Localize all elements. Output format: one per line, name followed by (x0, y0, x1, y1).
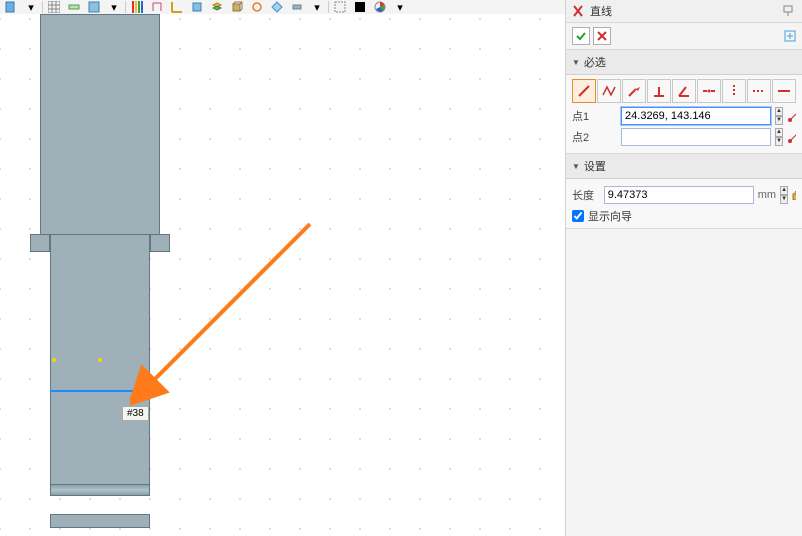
diamond-icon[interactable] (268, 0, 286, 14)
status-icon (784, 30, 796, 42)
mode-line-icon[interactable] (572, 79, 596, 103)
mode-dash-h-icon[interactable] (747, 79, 771, 103)
mode-perp-icon[interactable] (647, 79, 671, 103)
ok-button[interactable] (572, 27, 590, 45)
dimension-icon[interactable] (148, 0, 166, 14)
color-wheel-icon[interactable] (371, 0, 389, 14)
toolbar-separator (42, 1, 43, 13)
slab-icon[interactable] (288, 0, 306, 14)
point1-label: 点1 (572, 108, 617, 124)
section-settings[interactable]: 设置 (566, 154, 802, 179)
point2-stepper[interactable]: ▲▼ (775, 128, 783, 146)
line-tool-icon (572, 4, 586, 18)
pick-point-icon[interactable] (787, 109, 796, 123)
toolbar-icon[interactable] (2, 0, 20, 14)
line-mode-row (572, 79, 796, 103)
bars-icon[interactable] (128, 0, 146, 14)
mode-toline-icon[interactable] (622, 79, 646, 103)
part-geometry (30, 234, 50, 252)
panel-actions (566, 23, 802, 50)
point1-row: 点1 ▲▼ (572, 107, 796, 125)
toolbar-dropdown-icon[interactable]: ▾ (391, 0, 409, 14)
mode-bisect-icon[interactable] (697, 79, 721, 103)
mode-angle-icon[interactable] (672, 79, 696, 103)
marquee-icon[interactable] (331, 0, 349, 14)
circle-icon[interactable] (248, 0, 266, 14)
length-label: 长度 (572, 187, 600, 203)
mode-polyline-icon[interactable] (597, 79, 621, 103)
snap-point (98, 358, 102, 362)
point1-input[interactable] (621, 107, 771, 125)
length-stepper[interactable]: ▲▼ (780, 186, 788, 204)
point2-label: 点2 (572, 129, 617, 145)
cancel-button[interactable] (593, 27, 611, 45)
active-line[interactable] (50, 390, 150, 392)
part-geometry (50, 234, 150, 494)
mode-horiz-icon[interactable] (772, 79, 796, 103)
cube-icon[interactable] (228, 0, 246, 14)
grid-icon[interactable] (45, 0, 63, 14)
panel-title-text: 直线 (590, 3, 612, 19)
origin-icon[interactable] (168, 0, 186, 14)
toolbar-separator (125, 1, 126, 13)
toolbar-dropdown-icon[interactable]: ▾ (308, 0, 326, 14)
section-label: 必选 (584, 54, 606, 70)
box-icon[interactable] (188, 0, 206, 14)
fill-black-icon[interactable] (351, 0, 369, 14)
section-required[interactable]: 必选 (566, 50, 802, 75)
element-tag[interactable]: #38 (122, 406, 149, 421)
section-required-body: 点1 ▲▼ 点2 ▲▼ (566, 75, 802, 154)
toolbar-dropdown-icon[interactable]: ▾ (105, 0, 123, 14)
toolbar-separator (328, 1, 329, 13)
length-row: 长度 mm ▲▼ (572, 186, 796, 204)
stack-icon[interactable] (208, 0, 226, 14)
pin-icon[interactable] (782, 5, 796, 17)
toolbar-dropdown-icon[interactable]: ▾ (22, 0, 40, 14)
point1-stepper[interactable]: ▲▼ (775, 107, 783, 125)
lock-icon[interactable] (792, 190, 796, 200)
pick-point-icon[interactable] (787, 130, 796, 144)
mode-dash-v-icon[interactable] (722, 79, 746, 103)
part-geometry (150, 234, 170, 252)
properties-panel: 直线 必选 点1 ▲▼ 点2 ▲▼ (565, 0, 802, 536)
part-geometry (50, 484, 150, 496)
layer-icon[interactable] (85, 0, 103, 14)
show-guide-label: 显示向导 (588, 208, 632, 224)
length-unit: mm (758, 189, 776, 201)
length-input[interactable] (604, 186, 754, 204)
part-geometry (40, 14, 160, 248)
panel-titlebar: 直线 (566, 0, 802, 23)
point2-row: 点2 ▲▼ (572, 128, 796, 146)
point2-input[interactable] (621, 128, 771, 146)
section-label: 设置 (584, 158, 606, 174)
ruler-icon[interactable] (65, 0, 83, 14)
show-guide-input[interactable] (572, 210, 584, 222)
section-settings-body: 长度 mm ▲▼ 显示向导 (566, 179, 802, 229)
drawing-canvas[interactable]: #38 (0, 14, 565, 536)
snap-point (52, 358, 56, 362)
part-geometry (50, 514, 150, 528)
show-guide-checkbox[interactable]: 显示向导 (572, 208, 796, 224)
